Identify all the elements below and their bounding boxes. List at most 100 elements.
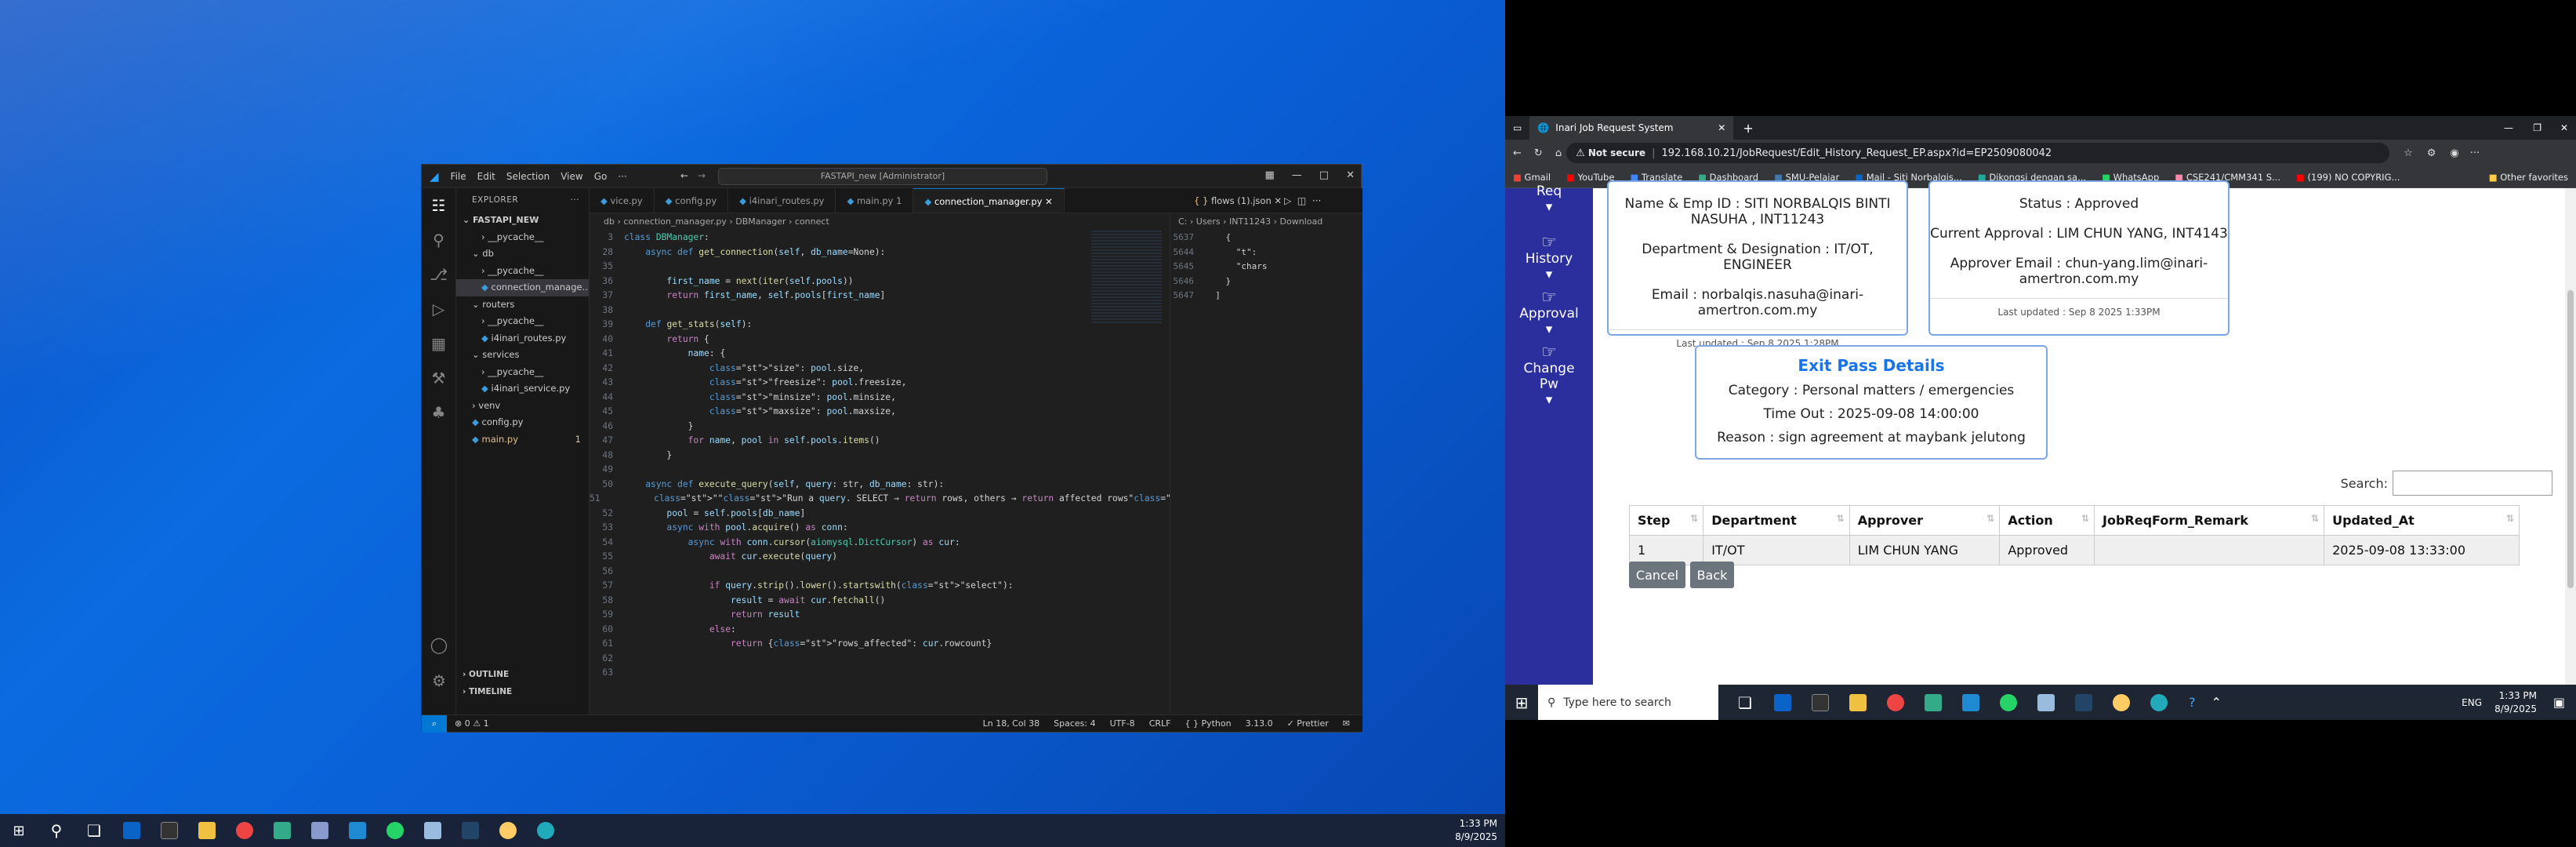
encoding[interactable]: UTF-8 bbox=[1110, 718, 1135, 729]
indentation[interactable]: Spaces: 4 bbox=[1054, 718, 1095, 729]
project-root[interactable]: ⌄ FASTAPI_NEW bbox=[456, 212, 589, 229]
prettier-status[interactable]: ✓ Prettier bbox=[1287, 718, 1329, 729]
page-scrollbar[interactable] bbox=[2565, 188, 2576, 685]
menu-item[interactable]: ··· bbox=[618, 171, 626, 182]
paint-icon[interactable] bbox=[489, 814, 527, 847]
notepad-icon[interactable] bbox=[414, 814, 452, 847]
notification-icon[interactable]: ▣ bbox=[2553, 695, 2565, 710]
tree-item[interactable]: ⌄ routers bbox=[456, 296, 589, 314]
maximize-button[interactable]: □ bbox=[1319, 169, 1329, 181]
python-icon[interactable]: ♣ bbox=[422, 395, 455, 430]
search-icon[interactable]: ⚲ bbox=[422, 223, 455, 257]
column-header[interactable]: Step ⇅ bbox=[1628, 505, 1704, 536]
bookmark-item[interactable]: ■ (199) NO COPYRIG... bbox=[2296, 172, 2400, 183]
table-row[interactable]: 1 IT/OT LIM CHUN YANG Approved 2025-09-08 13… bbox=[1628, 535, 2520, 565]
testing-icon[interactable]: ⚒ bbox=[422, 361, 455, 395]
editor-tab[interactable]: ◆ config.py bbox=[655, 188, 729, 213]
terminal-icon[interactable] bbox=[1801, 686, 1839, 719]
home-icon[interactable]: ⌂ bbox=[1555, 147, 1562, 159]
paint-icon[interactable] bbox=[2103, 686, 2140, 719]
bookmark-item[interactable]: ■ Other favorites bbox=[2489, 172, 2576, 183]
menu-item[interactable]: Selection bbox=[506, 171, 550, 182]
task-view-icon[interactable]: ❏ bbox=[1726, 686, 1764, 719]
back-icon[interactable]: ← bbox=[1513, 147, 1522, 159]
terminal-icon[interactable] bbox=[151, 814, 188, 847]
nav-item-approval[interactable]: ☞ Approval ▾ bbox=[1505, 289, 1593, 338]
taskbar-search[interactable]: ⚲ Type here to search bbox=[1538, 685, 1718, 720]
more-icon[interactable]: ··· bbox=[2470, 147, 2480, 159]
tree-item[interactable]: ◆ main.py 1 bbox=[456, 431, 589, 449]
column-header[interactable]: JobReqForm_Remark ⇅ bbox=[2094, 505, 2325, 536]
tab-close-icon[interactable]: ✕ bbox=[1718, 122, 1725, 133]
editor-tab[interactable]: ◆ vice.py bbox=[590, 188, 655, 213]
back-button[interactable]: Back bbox=[1690, 562, 1734, 588]
tray-chevron-icon[interactable]: ⌃ bbox=[2211, 695, 2222, 710]
bookmark-item[interactable]: ■ YouTube bbox=[1566, 172, 1614, 183]
vscode-icon[interactable] bbox=[339, 814, 376, 847]
editor-tab[interactable]: ◆ connection_manager.py ✕ bbox=[913, 188, 1065, 213]
nav-item-req[interactable]: Req ▾ bbox=[1505, 184, 1593, 215]
scrollbar-thumb[interactable] bbox=[2567, 290, 2574, 588]
edge-icon[interactable] bbox=[527, 814, 564, 847]
clock[interactable]: 1:33 PM 8/9/2025 bbox=[2494, 689, 2537, 716]
tree-item[interactable]: ⌄ db bbox=[456, 245, 589, 263]
tree-item[interactable]: ◆ config.py bbox=[456, 414, 589, 431]
app-icon[interactable] bbox=[301, 814, 339, 847]
tree-item[interactable]: › __pycache__ bbox=[456, 229, 589, 246]
menu-item[interactable]: Edit bbox=[477, 171, 495, 182]
line-ending[interactable]: CRLF bbox=[1149, 718, 1171, 729]
language-mode[interactable]: { } Python bbox=[1185, 718, 1231, 729]
layout-icon[interactable]: ▦ bbox=[1265, 169, 1275, 181]
restore-button[interactable]: ❐ bbox=[2533, 122, 2542, 133]
chrome-icon[interactable] bbox=[226, 814, 263, 847]
editor-tab[interactable]: ◆ i4inari_routes.py bbox=[728, 188, 836, 213]
column-header[interactable]: Department ⇅ bbox=[1703, 505, 1850, 536]
network-app-icon[interactable] bbox=[263, 814, 301, 847]
outlook-icon[interactable] bbox=[113, 814, 151, 847]
search-input[interactable] bbox=[2393, 471, 2552, 496]
browser-tab[interactable]: 🌐 Inari Job Request System ✕ bbox=[1529, 116, 1734, 140]
account-icon[interactable]: ◯ bbox=[422, 627, 456, 662]
code-editor[interactable]: 3 class DBManager: 28 async def get_connec… bbox=[590, 231, 1203, 681]
tab-close-icon[interactable]: ✕ bbox=[1042, 196, 1053, 207]
problems-count[interactable]: ⊗ 0 ⚠ 1 bbox=[455, 718, 489, 729]
close-button[interactable]: ✕ bbox=[2560, 122, 2568, 133]
run-debug-icon[interactable]: ▷ bbox=[422, 292, 455, 326]
language-indicator[interactable]: ENG bbox=[2462, 697, 2482, 708]
timeline-section[interactable]: › TIMELINE bbox=[463, 687, 512, 696]
outlook-icon[interactable] bbox=[1764, 686, 1801, 719]
remote-desktop-icon[interactable] bbox=[452, 814, 489, 847]
right-code[interactable]: 5637 {5644 "t": 5645 "chars 5646 } 5647 ] bbox=[1170, 231, 1362, 304]
start-button[interactable]: ⊞ bbox=[1505, 685, 1538, 720]
tree-item[interactable]: › __pycache__ bbox=[456, 263, 589, 280]
tree-item[interactable]: ◆ connection_manage... bbox=[456, 279, 589, 296]
extensions-icon[interactable]: ⚙ bbox=[2427, 147, 2436, 159]
menu-item[interactable]: View bbox=[561, 171, 582, 182]
run-icon[interactable]: ▷ bbox=[1284, 195, 1291, 206]
chrome-icon[interactable] bbox=[1877, 686, 1914, 719]
column-header[interactable]: Approver ⇅ bbox=[1849, 505, 2001, 536]
refresh-icon[interactable]: ↻ bbox=[1534, 147, 1543, 159]
tree-item[interactable]: ⌄ services bbox=[456, 347, 589, 364]
right-breadcrumb[interactable]: C: › Users › INT11243 › Download bbox=[1170, 213, 1362, 231]
tree-item[interactable]: › __pycache__ bbox=[456, 313, 589, 330]
right-tab[interactable]: { } flows (1).json ✕ bbox=[1194, 188, 1282, 213]
menu-item[interactable]: Go bbox=[594, 171, 608, 182]
nav-forward-icon[interactable]: → bbox=[698, 170, 706, 181]
new-tab-icon[interactable]: + bbox=[1743, 121, 1753, 136]
file-explorer-icon[interactable] bbox=[188, 814, 226, 847]
close-button[interactable]: ✕ bbox=[1346, 169, 1355, 181]
nav-item-change-pw[interactable]: ☞ Change Pw ▾ bbox=[1505, 344, 1593, 409]
outline-section[interactable]: › OUTLINE bbox=[463, 670, 509, 679]
network-app-icon[interactable] bbox=[1914, 686, 1952, 719]
task-view-icon[interactable]: ❏ bbox=[75, 814, 113, 847]
tab-actions-icon[interactable]: ▭ bbox=[1513, 122, 1522, 133]
clock[interactable]: 1:33 PM 8/9/2025 bbox=[1455, 817, 1497, 844]
remote-desktop-icon[interactable] bbox=[2065, 686, 2103, 719]
minimap[interactable] bbox=[1091, 231, 1162, 325]
tree-item[interactable]: ◆ i4inari_service.py bbox=[456, 380, 589, 398]
file-explorer-icon[interactable] bbox=[1839, 686, 1877, 719]
explorer-icon[interactable]: ☷ bbox=[422, 188, 455, 223]
whatsapp-icon[interactable] bbox=[376, 814, 414, 847]
column-header[interactable]: Action ⇅ bbox=[1999, 505, 2095, 536]
